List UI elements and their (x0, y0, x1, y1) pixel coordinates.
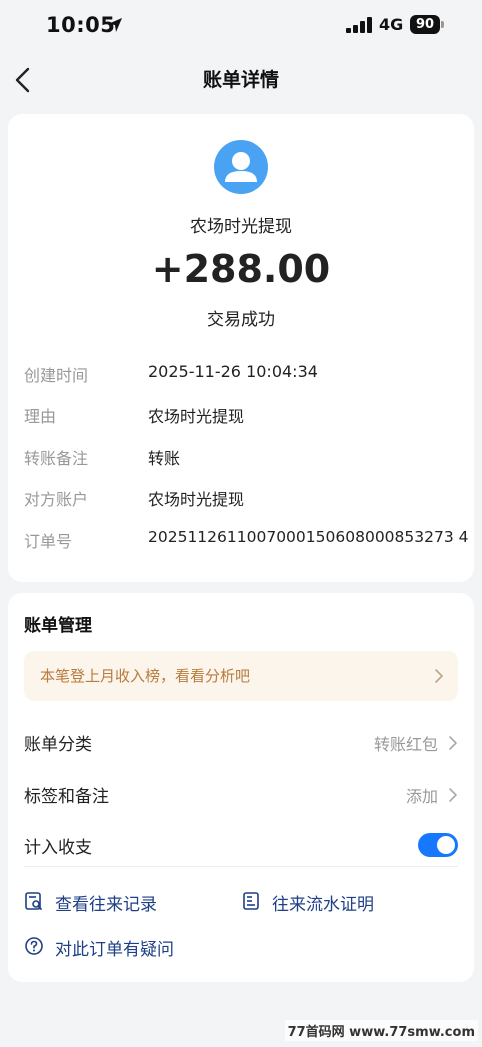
income-ranking-banner[interactable]: 本笔登上月收入榜，看看分析吧 (24, 651, 458, 701)
info-label: 创建时间 (24, 366, 89, 385)
info-row-transfer-note: 转账备注 转账 (24, 445, 464, 469)
bill-category-row[interactable]: 账单分类 转账红包 (24, 726, 458, 756)
view-records-text: 查看往来记录 (55, 895, 157, 915)
merchant-avatar (214, 140, 268, 194)
tags-notes-row[interactable]: 标签和备注 添加 (24, 778, 458, 808)
bill-category-value: 转账红包 (373, 735, 438, 754)
order-number-value[interactable]: 2025112611007000150608000853273 4 (148, 528, 469, 546)
status-bar: 10:05 4G 90 (0, 0, 482, 52)
question-circle-icon (25, 937, 43, 955)
search-document-icon (25, 892, 42, 910)
chevron-right-icon (449, 736, 457, 750)
count-in-balance-row: 计入收支 (24, 829, 458, 859)
info-value: 2025-11-26 10:04:34 (148, 362, 318, 381)
order-question-text: 对此订单有疑问 (55, 940, 174, 960)
count-in-balance-toggle[interactable] (418, 833, 458, 857)
info-row-created-time: 创建时间 2025-11-26 10:04:34 (24, 362, 464, 386)
count-in-balance-label: 计入收支 (24, 838, 92, 858)
user-icon (225, 152, 257, 182)
transaction-status: 交易成功 (207, 310, 275, 330)
transaction-amount: +288.00 (151, 247, 331, 291)
nav-bar: 账单详情 (0, 52, 482, 108)
tags-notes-value: 添加 (405, 787, 438, 806)
info-label: 订单号 (24, 532, 73, 551)
divider (24, 866, 458, 867)
info-value: 转账 (148, 449, 181, 468)
chevron-right-icon (435, 669, 443, 683)
section-title: 账单管理 (24, 616, 92, 636)
signal-icon (346, 17, 372, 33)
bill-category-label: 账单分类 (24, 735, 92, 755)
info-label: 对方账户 (24, 490, 89, 509)
bill-management-card: 账单管理 本笔登上月收入榜，看看分析吧 账单分类 转账红包 标签和备注 添加 计… (8, 593, 474, 982)
back-chevron-icon[interactable] (12, 66, 36, 94)
info-row-order-number: 订单号 2025112611007000150608000853273 4 (24, 528, 469, 552)
location-arrow-icon (108, 18, 122, 32)
certificate-icon (243, 892, 259, 910)
info-label: 转账备注 (24, 449, 89, 468)
info-label: 理由 (24, 407, 57, 426)
info-value: 农场时光提现 (148, 407, 245, 426)
watermark: 77首码网 www.77smw.com (284, 1020, 478, 1041)
network-label: 4G (379, 15, 404, 34)
promo-text: 本笔登上月收入榜，看看分析吧 (40, 667, 251, 685)
battery-level: 90 (410, 15, 440, 34)
tags-notes-label: 标签和备注 (24, 787, 109, 807)
page-title: 账单详情 (202, 69, 279, 91)
merchant-name: 农场时光提现 (190, 217, 292, 237)
status-time: 10:05 (46, 13, 116, 37)
chevron-right-icon (449, 788, 457, 802)
info-value: 农场时光提现 (148, 490, 245, 509)
toggle-knob (437, 836, 455, 854)
battery-icon: 90 (410, 15, 444, 34)
info-row-reason: 理由 农场时光提现 (24, 403, 464, 427)
transaction-proof-text: 往来流水证明 (272, 895, 374, 915)
info-row-counterparty: 对方账户 农场时光提现 (24, 486, 464, 510)
bill-detail-card: 农场时光提现 +288.00 交易成功 创建时间 2025-11-26 10:0… (8, 114, 474, 582)
